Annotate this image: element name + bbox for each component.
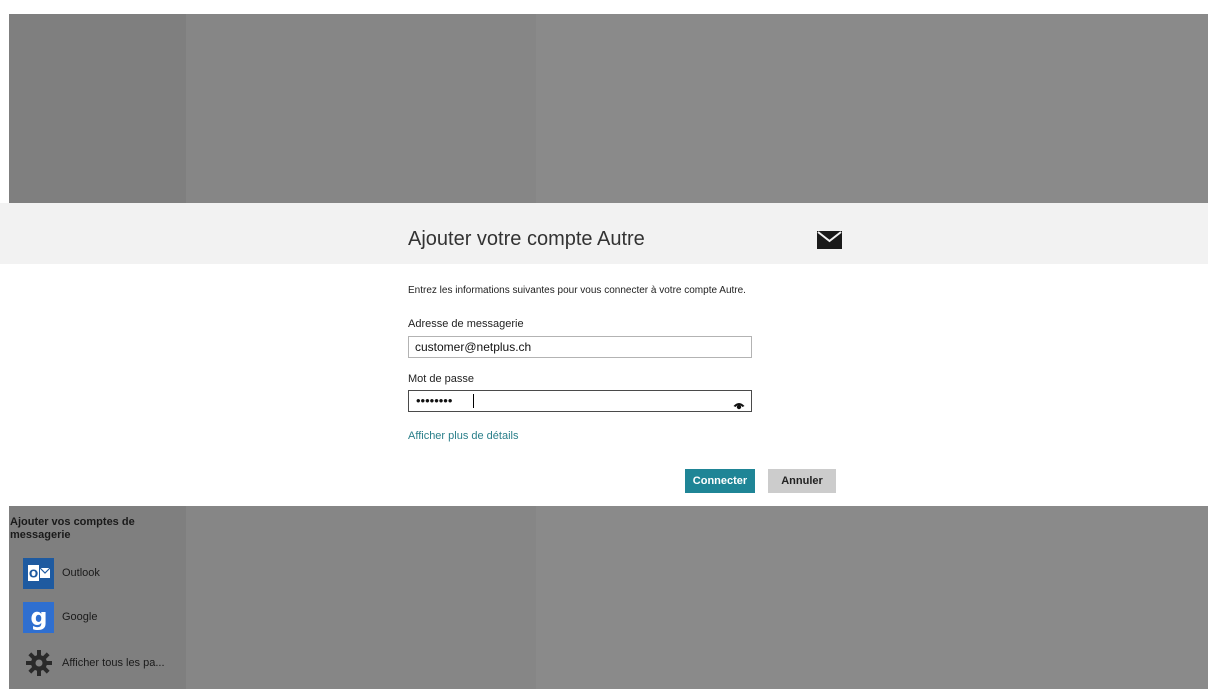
password-value: •••••••• — [416, 393, 453, 408]
connect-button[interactable]: Connecter — [685, 469, 755, 493]
background-column-bottom — [186, 506, 536, 689]
dialog-body — [0, 264, 1208, 506]
cancel-button[interactable]: Annuler — [768, 469, 836, 493]
dialog-intro: Entrez les informations suivantes pour v… — [408, 285, 746, 296]
outlook-icon: O — [23, 557, 54, 589]
show-more-details-link[interactable]: Afficher plus de détails — [408, 430, 518, 442]
account-item-outlook[interactable]: O Outlook — [23, 556, 100, 590]
background-column-top — [186, 14, 536, 203]
account-label: Afficher tous les pa... — [62, 657, 165, 669]
account-label: Google — [62, 611, 98, 623]
screen: Ajouter vos comptes de messagerie O Outl… — [0, 0, 1208, 689]
account-item-show-all[interactable]: Afficher tous les pa... — [23, 646, 165, 680]
account-label: Outlook — [62, 567, 100, 579]
account-item-google[interactable]: g Google — [23, 600, 97, 634]
background-panel-top — [9, 14, 186, 203]
email-field[interactable] — [408, 336, 752, 358]
password-label: Mot de passe — [408, 373, 475, 385]
password-field[interactable]: •••••••• — [408, 390, 752, 412]
gear-icon — [23, 648, 54, 679]
google-icon: g — [23, 601, 54, 633]
svg-text:O: O — [28, 568, 37, 581]
email-label: Adresse de messagerie — [408, 318, 524, 330]
accounts-panel-title: Ajouter vos comptes de messagerie — [10, 516, 135, 541]
text-caret — [473, 394, 474, 408]
dialog-title: Ajouter votre compte Autre — [408, 228, 645, 250]
mail-icon — [817, 231, 842, 249]
svg-text:g: g — [30, 603, 47, 631]
eye-icon[interactable] — [733, 397, 745, 410]
